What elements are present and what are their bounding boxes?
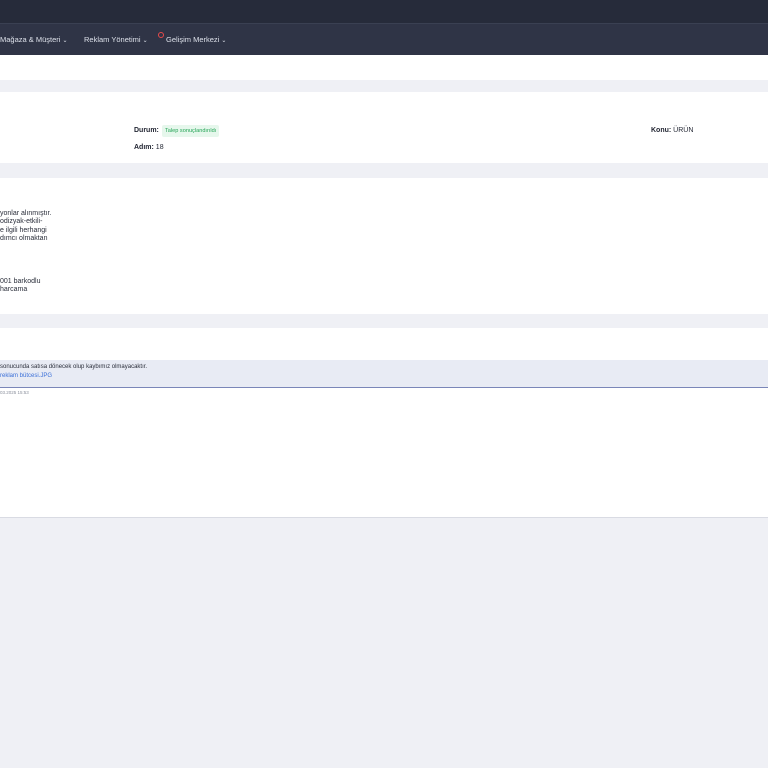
status-badge: Talep sonuçlandırıldı: [162, 125, 220, 137]
main-nav: Mağaza & Müşteri ⌄ Reklam Yönetimi ⌄ Geliş…: [0, 24, 768, 55]
message-text: sonucunda satısa dönecek olup kaybımız o…: [0, 364, 148, 370]
subject-value: ÜRÜN: [673, 127, 694, 134]
nav-development-center[interactable]: Gelişim Merkezi ⌄: [166, 24, 226, 55]
message-timestamp: 03.2025 15:53: [0, 390, 29, 395]
step-value: 18: [155, 144, 164, 151]
step-label-text: Adım:: [134, 144, 154, 151]
nav-development-center-label: Gelişim Merkezi: [166, 35, 220, 44]
description-line: dımcı olmaktan: [0, 235, 48, 242]
description-line: yonlar alınmıştır.: [0, 210, 52, 217]
description-line: e ilgili herhangi: [0, 227, 47, 234]
attachment-link[interactable]: reklam bütcesi.JPG: [0, 373, 52, 379]
toolbar-strip: [0, 55, 768, 80]
description-card: [0, 178, 768, 314]
nav-store-customer-label: Mağaza & Müşteri: [0, 35, 61, 44]
chevron-down-icon: ⌄: [142, 38, 148, 44]
step-label: Adım: 18: [134, 144, 164, 151]
subject-label-text: Konu:: [651, 127, 672, 134]
description-line: 001 barkodlu: [0, 278, 41, 285]
description-line: harcama: [0, 286, 28, 293]
description-line: odizyak-etkili-: [0, 218, 43, 225]
chevron-down-icon: ⌄: [62, 38, 68, 44]
chevron-down-icon: ⌄: [221, 38, 227, 44]
status-label: Durum:: [134, 127, 159, 134]
nav-ad-management[interactable]: Reklam Yönetimi ⌄: [84, 24, 148, 55]
notification-dot-icon: [158, 32, 164, 38]
top-bar: [0, 0, 768, 24]
nav-ad-management-label: Reklam Yönetimi: [84, 35, 141, 44]
subject-label: Konu: ÜRÜN: [651, 127, 693, 134]
nav-store-customer[interactable]: Mağaza & Müşteri ⌄: [0, 24, 67, 55]
messages-header: [0, 328, 768, 360]
